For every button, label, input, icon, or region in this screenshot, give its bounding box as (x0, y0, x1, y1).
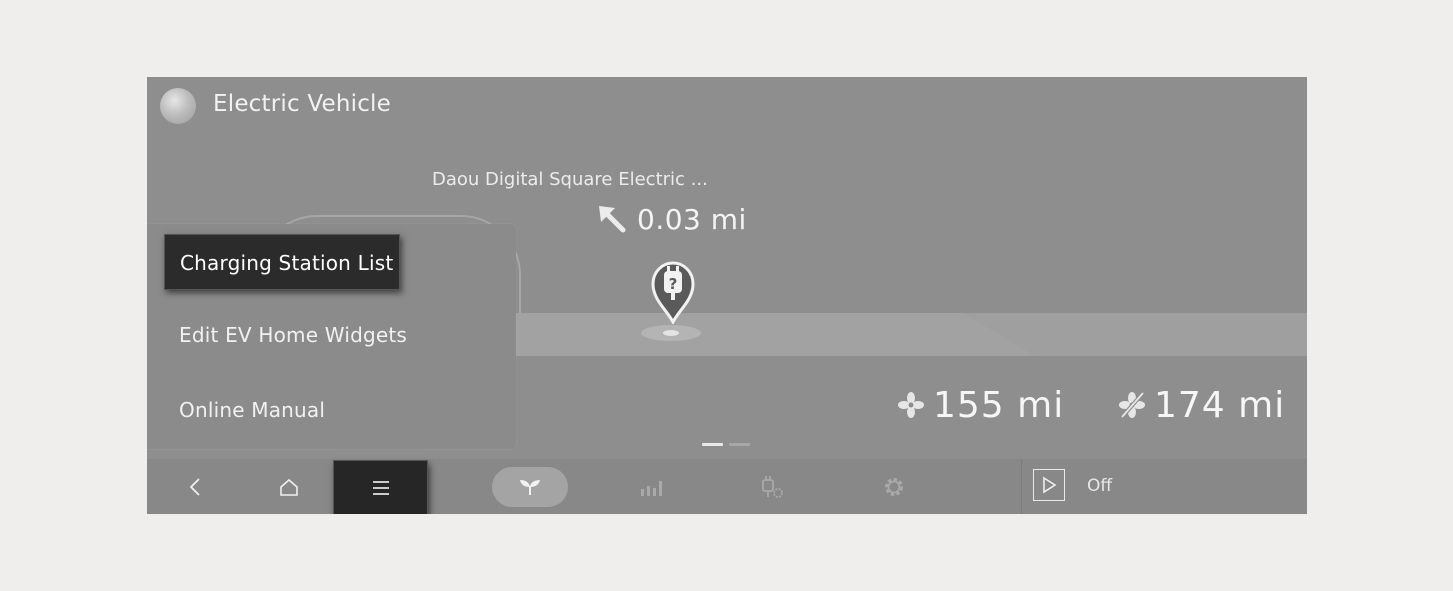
home-icon (280, 478, 298, 496)
eco-button[interactable] (492, 467, 568, 507)
page-indicator (702, 443, 750, 446)
settings-button[interactable] (877, 459, 911, 514)
page-dot[interactable] (729, 443, 750, 446)
range-climate-off: 174 mi (1118, 383, 1285, 427)
app-globe-icon (160, 88, 196, 124)
menu-item-online-manual[interactable]: Online Manual (179, 398, 325, 422)
play-icon (1043, 476, 1057, 494)
energy-stats-button[interactable] (635, 459, 669, 514)
menu-button[interactable] (333, 460, 428, 514)
menu-icon (372, 480, 389, 495)
menu-item-charging-station-list[interactable]: Charging Station List (164, 234, 400, 290)
back-button[interactable] (175, 459, 215, 514)
media-play-button[interactable] (1033, 469, 1065, 501)
arrow-up-left-icon (599, 206, 626, 233)
options-menu: Charging Station List Edit EV Home Widge… (147, 224, 516, 449)
distance-value: 0.03 mi (637, 202, 747, 236)
range-value: 155 mi (933, 384, 1065, 426)
fan-on-icon (898, 392, 924, 418)
charging-station-pin-icon[interactable]: ? (649, 260, 697, 324)
page-dot-active[interactable] (702, 443, 723, 446)
home-button[interactable] (269, 459, 309, 514)
range-climate-on: 155 mi (897, 383, 1064, 427)
svg-text:?: ? (669, 275, 678, 293)
distance-row: 0.03 mi (595, 201, 747, 237)
pin-shadow (641, 325, 701, 341)
back-icon (189, 477, 200, 496)
fan-off-icon (1119, 391, 1145, 419)
range-value: 174 mi (1154, 384, 1286, 426)
charging-station-name[interactable]: Daou Digital Square Electric ... (432, 169, 708, 190)
charging-settings-button[interactable] (755, 459, 789, 514)
road-surface (507, 313, 1307, 356)
gear-icon (885, 477, 903, 496)
nav-divider (1021, 459, 1022, 514)
bottom-nav-bar: Off (147, 459, 1307, 514)
media-status-label: Off (1087, 476, 1113, 496)
page-title: Electric Vehicle (213, 91, 391, 117)
stats-icon (641, 480, 662, 496)
eco-leaf-icon (520, 480, 540, 495)
charging-settings-icon (762, 475, 783, 498)
menu-item-edit-ev-home-widgets[interactable]: Edit EV Home Widgets (179, 323, 407, 347)
ev-screen: Electric Vehicle Daou Digital Square Ele… (147, 77, 1307, 514)
